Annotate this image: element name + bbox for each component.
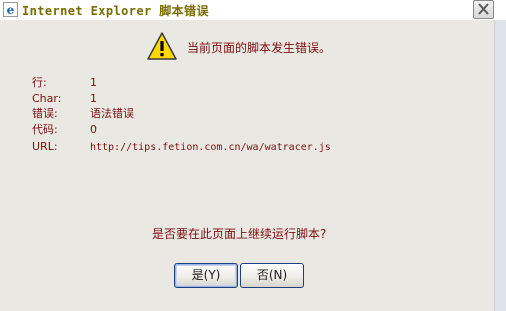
continue-question: 是否要在此页面上继续运行脚本? [152, 227, 327, 241]
code-label: 代码: [32, 123, 58, 136]
error-value: 语法错误 [90, 107, 134, 120]
char-label: Char: [32, 92, 62, 105]
url-value: http://tips.fetion.com.cn/wa/watracer.js [90, 142, 331, 153]
warning-icon [147, 32, 177, 60]
close-button[interactable] [473, 0, 494, 19]
url-label: URL: [32, 140, 58, 153]
error-headline: 当前页面的脚本发生错误。 [187, 41, 332, 55]
line-label: 行: [32, 76, 47, 89]
no-button[interactable]: 否(N) [240, 263, 304, 288]
char-value: 1 [90, 92, 97, 105]
yes-button[interactable]: 是(Y) [174, 263, 238, 288]
error-label: 错误: [32, 107, 58, 120]
close-icon [478, 3, 489, 15]
code-value: 0 [90, 123, 97, 136]
ie-icon: e [3, 2, 18, 17]
window-title: Internet Explorer 脚本错误 [22, 4, 209, 18]
window-edge [494, 20, 506, 311]
svg-text:e: e [7, 3, 15, 17]
title-bar[interactable]: e Internet Explorer 脚本错误 [0, 0, 506, 20]
line-value: 1 [90, 76, 97, 89]
